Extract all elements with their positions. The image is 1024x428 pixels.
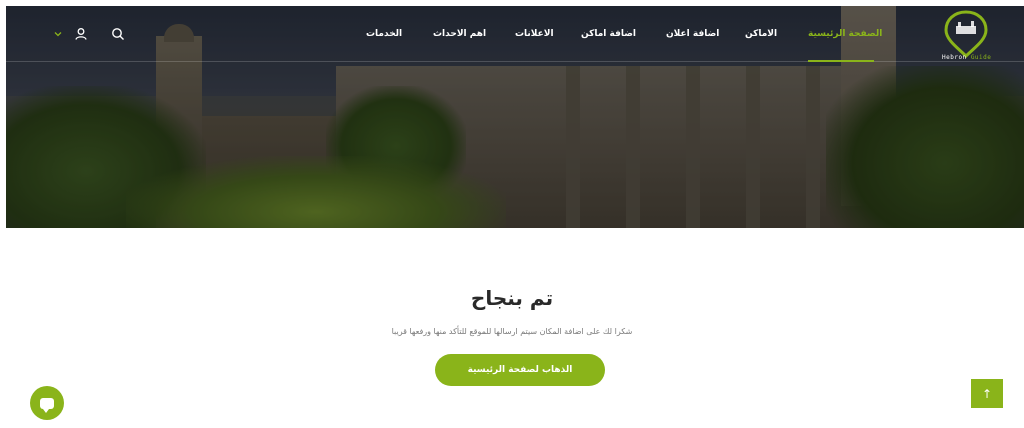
logo-text-part1: Hebron: [942, 54, 967, 61]
nav-item-places[interactable]: الاماكن: [745, 29, 777, 39]
nav-item-services[interactable]: الخدمات: [366, 29, 402, 39]
user-icon[interactable]: [73, 26, 89, 42]
nav-item-add-places[interactable]: اضافة اماكن: [581, 29, 636, 39]
scroll-top-button[interactable]: ↑: [971, 379, 1003, 408]
search-icon[interactable]: [110, 26, 126, 42]
go-home-button[interactable]: الذهاب لصفحة الرئيسية: [435, 354, 605, 386]
nav-item-add-ad[interactable]: اضافة اعلان: [666, 29, 719, 39]
site-logo[interactable]: [940, 8, 992, 60]
nav-item-ads[interactable]: الاعلانات: [515, 29, 554, 39]
logo-text: Hebron Guide: [942, 54, 991, 61]
chat-icon: [40, 397, 54, 413]
success-message: شكرا لك على اضافة المكان سيتم ارسالها لل…: [391, 327, 633, 336]
nav-active-indicator: [808, 60, 874, 62]
page-title: تم بنجاح: [470, 286, 554, 310]
logo-text-part2: Guide: [970, 54, 992, 61]
nav-item-home[interactable]: الصفحة الرئيسية: [808, 29, 882, 39]
chevron-down-icon[interactable]: [52, 28, 64, 40]
arrow-up-icon: ↑: [981, 386, 993, 401]
chat-button[interactable]: [30, 386, 64, 420]
nav-item-events[interactable]: اهم الاحداث: [433, 29, 486, 39]
